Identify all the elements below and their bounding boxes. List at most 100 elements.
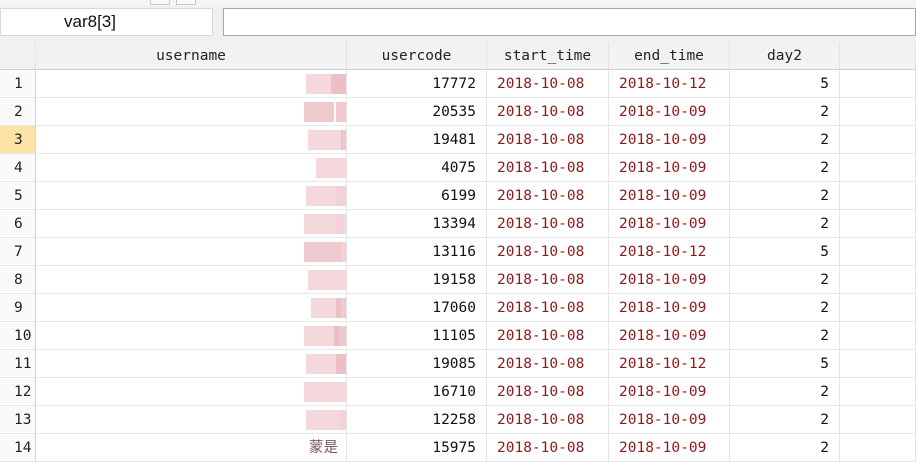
cell-start-time[interactable]: 2018-10-08 <box>487 322 609 350</box>
variable-name-box[interactable]: var8[3] <box>0 8 213 36</box>
table-row[interactable]: 5 6199 2018-10-08 2018-10-09 2 <box>0 182 916 210</box>
table-row[interactable]: 14 蒙是 15975 2018-10-08 2018-10-09 2 <box>0 434 916 462</box>
cell-usercode[interactable]: 6199 <box>347 182 487 210</box>
cell-blank[interactable] <box>840 182 916 210</box>
table-row[interactable]: 8 19158 2018-10-08 2018-10-09 2 <box>0 266 916 294</box>
table-row[interactable]: 2 20535 2018-10-08 2018-10-09 2 <box>0 98 916 126</box>
cell-usercode[interactable]: 17060 <box>347 294 487 322</box>
cell-end-time[interactable]: 2018-10-09 <box>609 266 730 294</box>
row-number[interactable]: 3 <box>0 126 36 154</box>
cell-start-time[interactable]: 2018-10-08 <box>487 210 609 238</box>
cell-usercode[interactable]: 20535 <box>347 98 487 126</box>
cell-start-time[interactable]: 2018-10-08 <box>487 154 609 182</box>
table-row[interactable]: 12 16710 2018-10-08 2018-10-09 2 <box>0 378 916 406</box>
row-number[interactable]: 5 <box>0 182 36 210</box>
cell-username[interactable] <box>36 266 347 294</box>
cell-blank[interactable] <box>840 434 916 462</box>
cell-start-time[interactable]: 2018-10-08 <box>487 266 609 294</box>
toolbar-mini-button[interactable] <box>150 0 170 5</box>
cell-blank[interactable] <box>840 294 916 322</box>
cell-blank[interactable] <box>840 266 916 294</box>
row-number[interactable]: 8 <box>0 266 36 294</box>
row-number[interactable]: 1 <box>0 70 36 98</box>
cell-usercode[interactable]: 15975 <box>347 434 487 462</box>
cell-username[interactable] <box>36 294 347 322</box>
cell-end-time[interactable]: 2018-10-09 <box>609 126 730 154</box>
cell-day2[interactable]: 2 <box>730 154 840 182</box>
cell-end-time[interactable]: 2018-10-09 <box>609 154 730 182</box>
table-row[interactable]: 6 13394 2018-10-08 2018-10-09 2 <box>0 210 916 238</box>
cell-value-input[interactable] <box>223 8 916 36</box>
cell-usercode[interactable]: 13116 <box>347 238 487 266</box>
row-number[interactable]: 7 <box>0 238 36 266</box>
row-number[interactable]: 2 <box>0 98 36 126</box>
cell-blank[interactable] <box>840 70 916 98</box>
cell-day2[interactable]: 2 <box>730 434 840 462</box>
cell-username[interactable] <box>36 154 347 182</box>
cell-username[interactable]: 蒙是 <box>36 434 347 462</box>
cell-end-time[interactable]: 2018-10-09 <box>609 182 730 210</box>
cell-start-time[interactable]: 2018-10-08 <box>487 434 609 462</box>
cell-day2[interactable]: 2 <box>730 294 840 322</box>
cell-end-time[interactable]: 2018-10-09 <box>609 210 730 238</box>
cell-day2[interactable]: 5 <box>730 70 840 98</box>
cell-day2[interactable]: 2 <box>730 266 840 294</box>
cell-end-time[interactable]: 2018-10-09 <box>609 322 730 350</box>
column-header-blank[interactable] <box>0 42 36 70</box>
cell-start-time[interactable]: 2018-10-08 <box>487 70 609 98</box>
row-number[interactable]: 11 <box>0 350 36 378</box>
cell-username[interactable] <box>36 378 347 406</box>
cell-end-time[interactable]: 2018-10-09 <box>609 98 730 126</box>
cell-usercode[interactable]: 17772 <box>347 70 487 98</box>
table-row[interactable]: 13 12258 2018-10-08 2018-10-09 2 <box>0 406 916 434</box>
cell-start-time[interactable]: 2018-10-08 <box>487 378 609 406</box>
row-number[interactable]: 6 <box>0 210 36 238</box>
cell-username[interactable] <box>36 210 347 238</box>
cell-start-time[interactable]: 2018-10-08 <box>487 182 609 210</box>
cell-username[interactable] <box>36 406 347 434</box>
table-row[interactable]: 7 13116 2018-10-08 2018-10-12 5 <box>0 238 916 266</box>
cell-blank[interactable] <box>840 322 916 350</box>
cell-blank[interactable] <box>840 210 916 238</box>
cell-blank[interactable] <box>840 98 916 126</box>
cell-start-time[interactable]: 2018-10-08 <box>487 238 609 266</box>
table-row[interactable]: 3 19481 2018-10-08 2018-10-09 2 <box>0 126 916 154</box>
cell-usercode[interactable]: 16710 <box>347 378 487 406</box>
cell-blank[interactable] <box>840 406 916 434</box>
cell-username[interactable] <box>36 126 347 154</box>
cell-username[interactable] <box>36 98 347 126</box>
table-row[interactable]: 1 17772 2018-10-08 2018-10-12 5 <box>0 70 916 98</box>
row-number[interactable]: 10 <box>0 322 36 350</box>
column-header-start-time[interactable]: start_time <box>487 42 609 70</box>
cell-day2[interactable]: 2 <box>730 322 840 350</box>
cell-start-time[interactable]: 2018-10-08 <box>487 98 609 126</box>
cell-end-time[interactable]: 2018-10-09 <box>609 406 730 434</box>
cell-end-time[interactable]: 2018-10-09 <box>609 378 730 406</box>
cell-end-time[interactable]: 2018-10-09 <box>609 294 730 322</box>
cell-start-time[interactable]: 2018-10-08 <box>487 294 609 322</box>
column-header-usercode[interactable]: usercode <box>347 42 487 70</box>
cell-usercode[interactable]: 4075 <box>347 154 487 182</box>
cell-blank[interactable] <box>840 238 916 266</box>
cell-usercode[interactable]: 19158 <box>347 266 487 294</box>
cell-day2[interactable]: 2 <box>730 378 840 406</box>
cell-start-time[interactable]: 2018-10-08 <box>487 406 609 434</box>
cell-start-time[interactable]: 2018-10-08 <box>487 126 609 154</box>
column-header-day2[interactable]: day2 <box>730 42 840 70</box>
table-row[interactable]: 4 4075 2018-10-08 2018-10-09 2 <box>0 154 916 182</box>
cell-usercode[interactable]: 19481 <box>347 126 487 154</box>
cell-blank[interactable] <box>840 126 916 154</box>
table-row[interactable]: 9 17060 2018-10-08 2018-10-09 2 <box>0 294 916 322</box>
row-number[interactable]: 12 <box>0 378 36 406</box>
row-number[interactable]: 14 <box>0 434 36 462</box>
cell-blank[interactable] <box>840 378 916 406</box>
cell-username[interactable] <box>36 322 347 350</box>
column-header-end-time[interactable]: end_time <box>609 42 730 70</box>
cell-blank[interactable] <box>840 350 916 378</box>
cell-usercode[interactable]: 19085 <box>347 350 487 378</box>
cell-day2[interactable]: 2 <box>730 182 840 210</box>
cell-end-time[interactable]: 2018-10-09 <box>609 434 730 462</box>
cell-blank[interactable] <box>840 154 916 182</box>
row-number[interactable]: 13 <box>0 406 36 434</box>
cell-username[interactable] <box>36 182 347 210</box>
